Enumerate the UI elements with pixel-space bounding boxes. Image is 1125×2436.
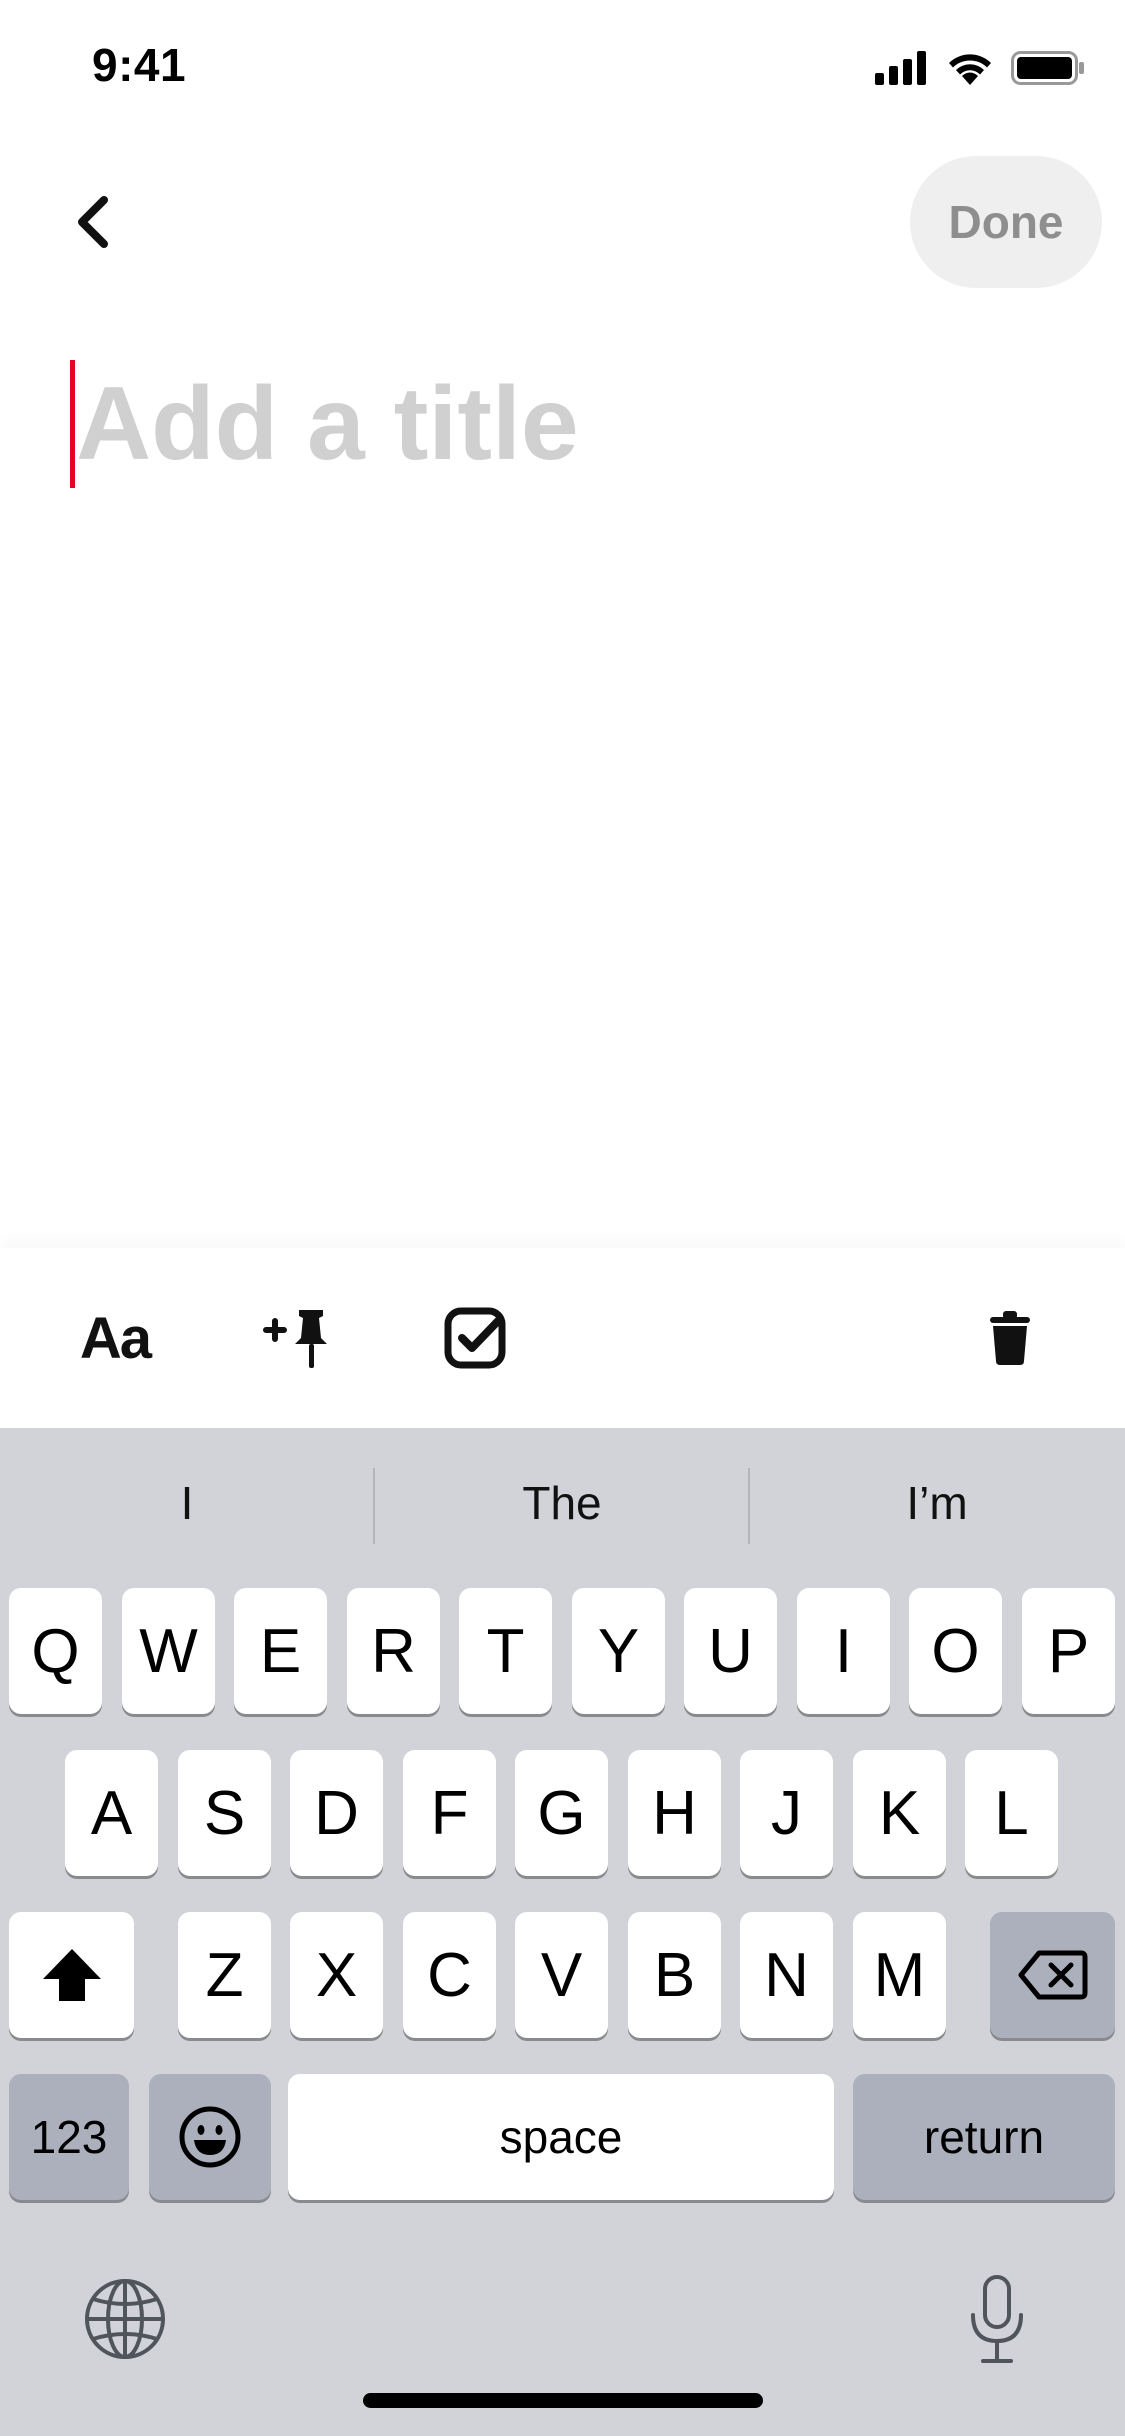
emoji-key[interactable] (149, 2074, 271, 2200)
emoji-icon (179, 2106, 241, 2168)
home-indicator[interactable] (363, 2393, 763, 2408)
trash-icon (990, 1311, 1030, 1365)
key-f[interactable]: F (403, 1750, 496, 1876)
suggestion-item[interactable]: I’m (750, 1428, 1124, 1578)
key-y[interactable]: Y (572, 1588, 665, 1714)
title-editor (70, 360, 1070, 490)
key-u[interactable]: U (684, 1588, 777, 1714)
shift-icon (42, 1949, 101, 2001)
key-s[interactable]: S (178, 1750, 271, 1876)
key-t[interactable]: T (459, 1588, 552, 1714)
key-r[interactable]: R (347, 1588, 440, 1714)
backspace-icon (1018, 1950, 1087, 2000)
key-n[interactable]: N (740, 1912, 833, 2038)
numbers-key[interactable]: 123 (9, 2074, 129, 2200)
key-p[interactable]: P (1022, 1588, 1115, 1714)
back-button[interactable] (60, 185, 124, 259)
battery-icon (1011, 50, 1085, 90)
key-b[interactable]: B (628, 1912, 721, 2038)
formatting-toolbar: Aa (0, 1248, 1125, 1428)
suggestion-item[interactable]: I (0, 1428, 374, 1578)
checkbox-icon (444, 1307, 506, 1369)
key-g[interactable]: G (515, 1750, 608, 1876)
checklist-button[interactable] (425, 1288, 525, 1388)
text-cursor (70, 360, 75, 488)
status-bar: 9:41 (0, 0, 1125, 135)
text-format-button[interactable]: Aa (60, 1288, 170, 1388)
text-format-label: Aa (79, 1305, 152, 1371)
microphone-icon (971, 2275, 1023, 2363)
key-m[interactable]: M (853, 1912, 946, 2038)
status-time: 9:41 (92, 39, 187, 91)
dictation-button[interactable] (952, 2268, 1042, 2372)
key-i[interactable]: I (797, 1588, 890, 1714)
key-a[interactable]: A (65, 1750, 158, 1876)
keyboard: I The I’m Q W E R T Y U I O P A S D F G … (0, 1428, 1125, 2436)
status-icons (875, 48, 1085, 92)
suggestion-item[interactable]: The (375, 1428, 749, 1578)
backspace-key[interactable] (990, 1912, 1115, 2038)
wifi-icon (947, 51, 993, 90)
key-q[interactable]: Q (9, 1588, 102, 1714)
key-d[interactable]: D (290, 1750, 383, 1876)
chevron-left-icon (78, 196, 108, 248)
key-w[interactable]: W (122, 1588, 215, 1714)
key-o[interactable]: O (909, 1588, 1002, 1714)
key-x[interactable]: X (290, 1912, 383, 2038)
globe-icon (85, 2279, 165, 2359)
key-v[interactable]: V (515, 1912, 608, 2038)
space-key[interactable]: space (288, 2074, 834, 2200)
add-pin-icon (263, 1310, 327, 1368)
key-j[interactable]: J (740, 1750, 833, 1876)
title-input[interactable] (76, 360, 1066, 488)
done-button[interactable]: Done (910, 156, 1102, 288)
cellular-signal-icon (875, 50, 929, 90)
predictive-suggestions: I The I’m (0, 1428, 1125, 1578)
return-key[interactable]: return (853, 2074, 1115, 2200)
globe-button[interactable] (80, 2274, 170, 2364)
key-c[interactable]: C (403, 1912, 496, 2038)
key-k[interactable]: K (853, 1750, 946, 1876)
key-z[interactable]: Z (178, 1912, 271, 2038)
delete-button[interactable] (960, 1288, 1060, 1388)
shift-key[interactable] (9, 1912, 134, 2038)
key-l[interactable]: L (965, 1750, 1058, 1876)
key-h[interactable]: H (628, 1750, 721, 1876)
add-pin-button[interactable] (248, 1288, 348, 1388)
key-e[interactable]: E (234, 1588, 327, 1714)
